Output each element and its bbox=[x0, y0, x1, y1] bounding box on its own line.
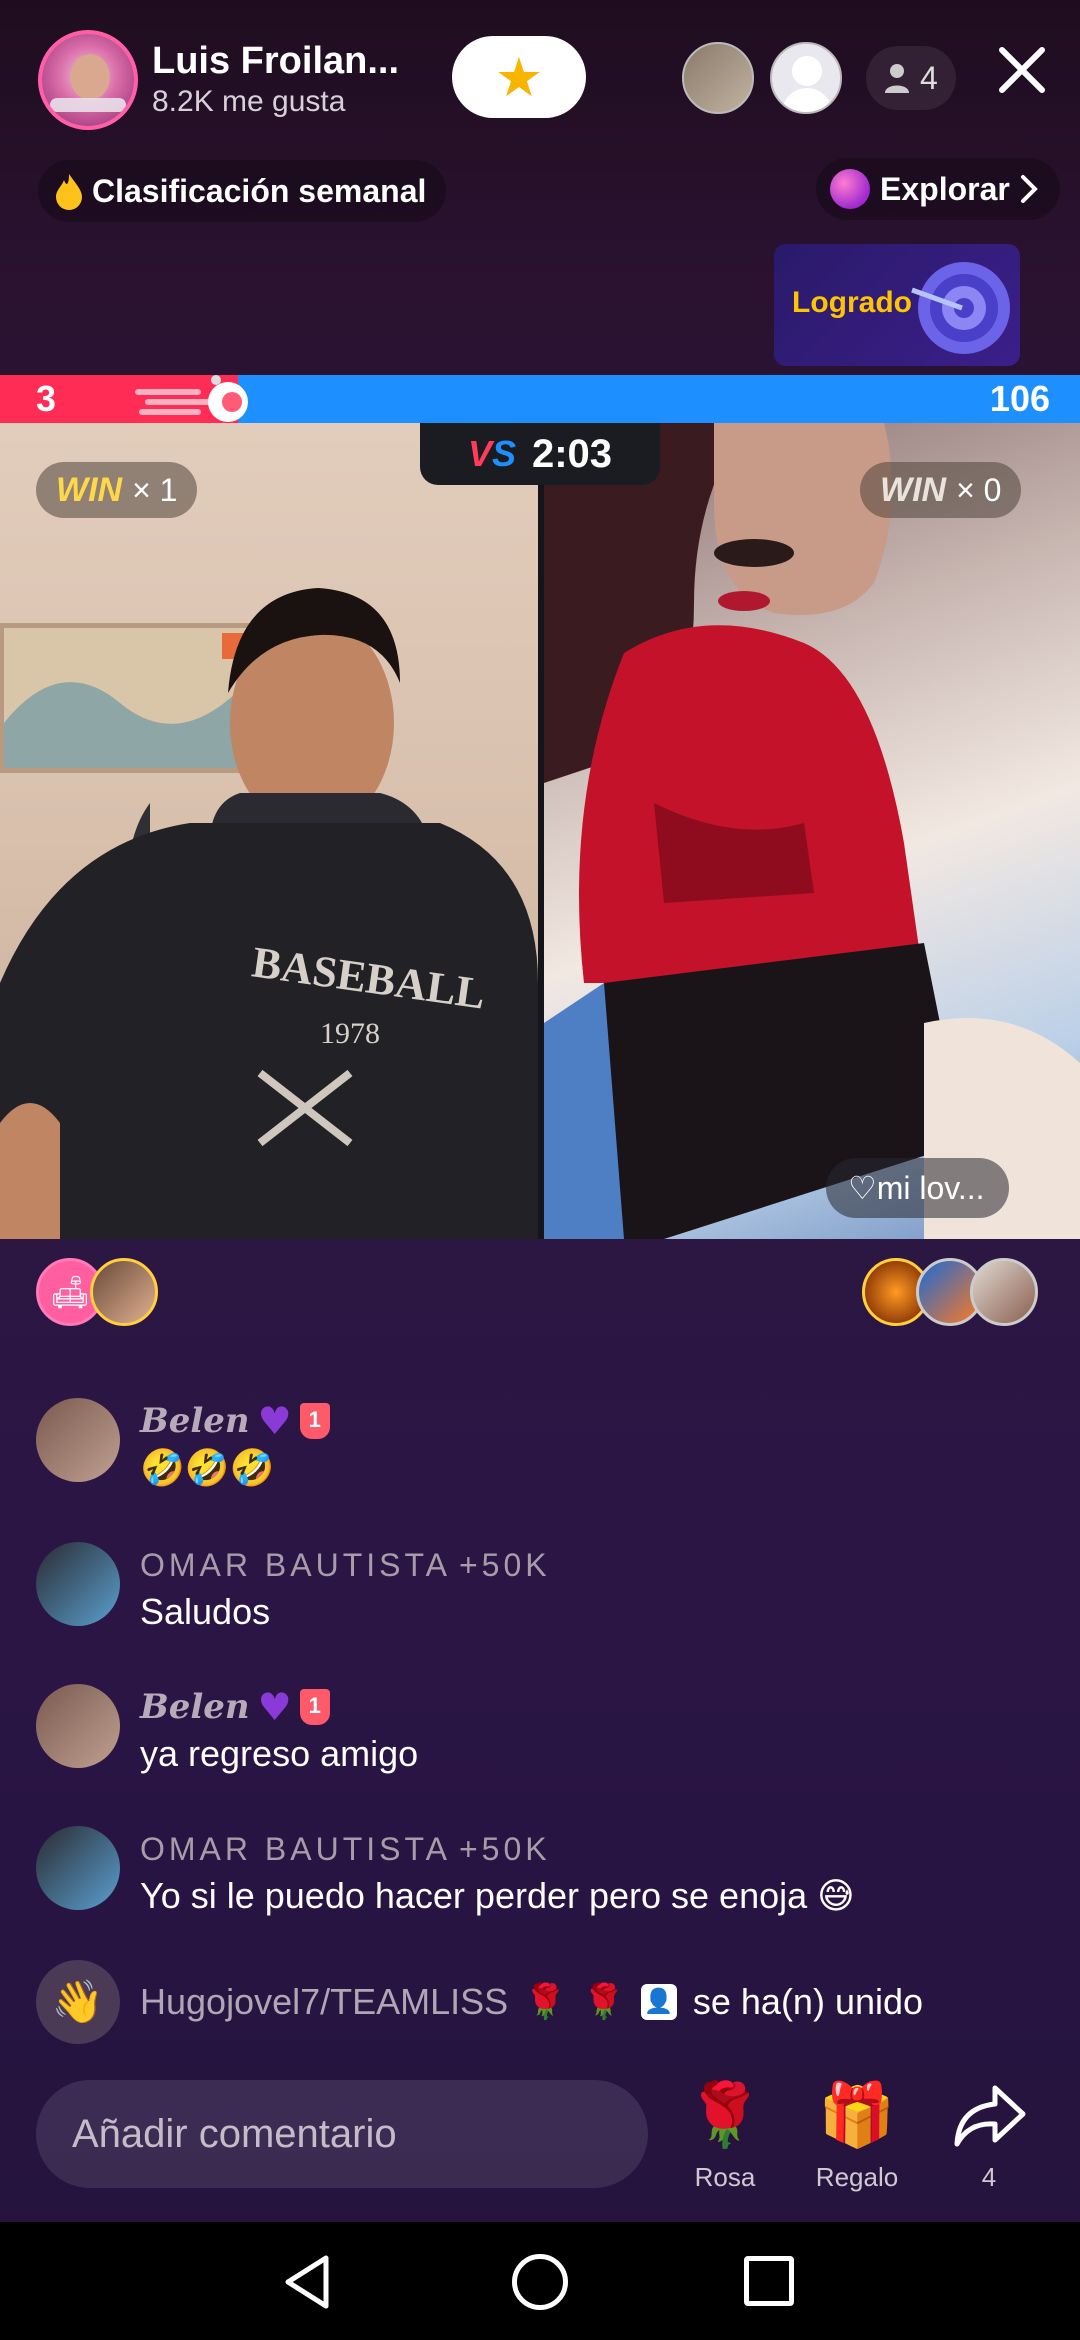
gift-icon: 🎁 bbox=[818, 2081, 896, 2150]
viewer-avatar[interactable] bbox=[682, 42, 754, 114]
host-name: Luis Froilan... bbox=[152, 40, 400, 82]
supporter-avatar[interactable] bbox=[90, 1258, 158, 1326]
viewer-count[interactable]: 4 bbox=[866, 46, 956, 110]
joined-text: se ha(n) unido bbox=[692, 1981, 924, 2022]
host-video[interactable]: BASEBALL 1978 bbox=[0, 423, 538, 1239]
rose-icon: 🌹 bbox=[582, 1983, 625, 2021]
blue-team-score: 106 bbox=[989, 378, 1050, 419]
share-arrow-icon bbox=[954, 2085, 1026, 2147]
viewer-avatar[interactable] bbox=[770, 42, 842, 114]
close-icon bbox=[999, 47, 1045, 93]
left-win-streak: WIN × 1 bbox=[36, 462, 198, 518]
target-icon bbox=[911, 262, 1010, 354]
blue-team-score-fill bbox=[237, 375, 1080, 423]
viewer-count-value: 4 bbox=[920, 59, 938, 96]
joined-username[interactable]: Hugojovel7/TEAMLISS bbox=[140, 1981, 508, 2023]
heart-icon: ♥ bbox=[257, 1684, 292, 1729]
timer-value: 2:03 bbox=[531, 431, 613, 476]
chat-username[interactable]: OMAR BAUTISTA +50K bbox=[140, 1826, 855, 1872]
share-button[interactable]: 4 bbox=[934, 2078, 1044, 2193]
chat-avatar[interactable] bbox=[36, 1542, 120, 1626]
chat-message[interactable]: OMAR BAUTISTA +50K Saludos bbox=[36, 1542, 551, 1636]
host-video-frame: BASEBALL 1978 bbox=[0, 588, 538, 1239]
chat-message[interactable]: OMAR BAUTISTA +50K Yo si le puedo hacer … bbox=[36, 1826, 855, 1920]
chat-message[interactable]: Belen ♥ 1 🤣🤣🤣 bbox=[36, 1398, 330, 1492]
chat-text: Saludos bbox=[140, 1591, 271, 1632]
explore-button[interactable]: Explorar bbox=[816, 158, 1060, 220]
heart-icon: ♥ bbox=[257, 1398, 292, 1443]
win-label: WIN bbox=[880, 470, 947, 509]
home-icon[interactable] bbox=[512, 2254, 568, 2310]
star-follow-button[interactable]: ★ bbox=[452, 36, 586, 118]
chat-avatar[interactable] bbox=[36, 1398, 120, 1482]
win-count: × 0 bbox=[956, 471, 1002, 508]
vs-icon: VS bbox=[467, 433, 516, 474]
chat-avatar[interactable] bbox=[36, 1826, 120, 1910]
opponent-name-tag[interactable]: ♡mi lov... bbox=[826, 1158, 1009, 1218]
rose-label: Rosa bbox=[694, 2162, 756, 2192]
opponent-name: ♡mi lov... bbox=[848, 1170, 985, 1206]
rose-icon: 🌹 bbox=[686, 2081, 764, 2150]
win-count: × 1 bbox=[132, 471, 178, 508]
person-icon bbox=[885, 64, 909, 93]
achievement-card[interactable]: Logrado bbox=[774, 244, 1020, 366]
chat-avatar[interactable] bbox=[36, 1684, 120, 1768]
gift-button[interactable]: 🎁 Regalo bbox=[802, 2078, 912, 2193]
chevron-right-icon bbox=[1020, 175, 1038, 203]
chat-user-suffix: +50K bbox=[458, 1547, 551, 1583]
chat-text: 🤣🤣🤣 bbox=[140, 1447, 275, 1488]
host-avatar[interactable] bbox=[38, 30, 138, 130]
right-top-supporters[interactable] bbox=[862, 1258, 1038, 1326]
chat-username[interactable]: Belen ♥ 1 bbox=[140, 1684, 418, 1730]
achievement-label: Logrado bbox=[792, 286, 912, 319]
weekly-ranking-button[interactable]: Clasificación semanal bbox=[38, 160, 447, 222]
rose-icon: 🌹 bbox=[524, 1983, 567, 2021]
gift-label: Regalo bbox=[815, 2162, 899, 2192]
rank-badge-icon: 1 bbox=[299, 1689, 330, 1725]
explore-label: Explorar bbox=[880, 170, 1010, 207]
comment-input[interactable] bbox=[36, 2080, 648, 2188]
red-team-score: 3 bbox=[36, 378, 57, 419]
person-add-icon: 👤 bbox=[640, 1984, 677, 2020]
star-icon: ★ bbox=[494, 47, 544, 108]
chat-user-suffix: +50K bbox=[458, 1831, 551, 1867]
opponent-video[interactable] bbox=[544, 423, 1080, 1239]
join-notice: 👋 Hugojovel7/TEAMLISS 🌹 🌹 👤 se ha(n) uni… bbox=[36, 1960, 923, 2044]
left-top-supporters[interactable]: 🛋 bbox=[36, 1258, 158, 1326]
weekly-ranking-label: Clasificación semanal bbox=[92, 172, 427, 209]
chat-username[interactable]: Belen ♥ 1 bbox=[140, 1398, 330, 1444]
planet-icon bbox=[830, 169, 870, 209]
share-count: 4 bbox=[981, 2162, 997, 2192]
battle-timer: VS 2:03 bbox=[420, 423, 660, 485]
supporter-avatar[interactable] bbox=[970, 1258, 1038, 1326]
host-info[interactable]: Luis Froilan... 8.2K me gusta bbox=[38, 30, 399, 130]
flame-icon bbox=[56, 174, 82, 210]
rose-gift-button[interactable]: 🌹 Rosa bbox=[670, 2078, 780, 2193]
wave-hand-icon: 👋 bbox=[36, 1960, 120, 2044]
back-icon[interactable] bbox=[278, 2252, 338, 2312]
comet-icon bbox=[135, 375, 248, 422]
chat-message[interactable]: Belen ♥ 1 ya regreso amigo bbox=[36, 1684, 418, 1778]
recent-apps-icon[interactable] bbox=[744, 2256, 794, 2306]
svg-text:1978: 1978 bbox=[320, 1017, 380, 1050]
chat-username[interactable]: OMAR BAUTISTA +50K bbox=[140, 1542, 551, 1588]
chat-text: ya regreso amigo bbox=[140, 1733, 419, 1774]
right-win-streak: WIN × 0 bbox=[860, 462, 1022, 518]
host-likes: 8.2K me gusta bbox=[152, 85, 346, 118]
win-label: WIN bbox=[56, 470, 123, 509]
chat-text: Yo si le puedo hacer perder pero se enoj… bbox=[140, 1875, 855, 1916]
rank-badge-icon: 1 bbox=[299, 1403, 330, 1439]
close-button[interactable] bbox=[992, 44, 1052, 104]
opponent-video-frame bbox=[544, 423, 1080, 1239]
